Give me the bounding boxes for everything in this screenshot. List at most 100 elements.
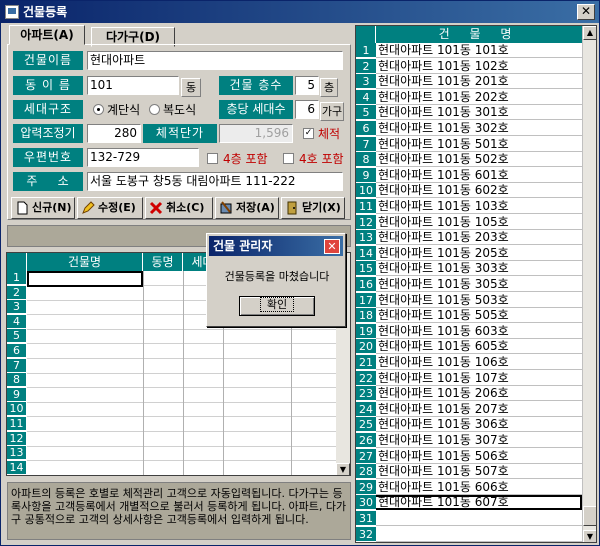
address-label: 주 소 (13, 172, 83, 191)
row-number[interactable]: 3 (7, 300, 26, 315)
volume-unit-price-field[interactable]: 1,596 (219, 124, 293, 143)
row-number[interactable]: 13 (7, 446, 26, 461)
unit-row[interactable]: 17 현대아파트 101동 503호 (356, 292, 582, 308)
row-number[interactable]: 1 (7, 271, 26, 285)
row-number: 18 (356, 308, 376, 324)
unit-row[interactable]: 4 현대아파트 101동 202호 (356, 89, 582, 105)
building-floors-field[interactable]: 5 (295, 76, 319, 95)
row-number[interactable]: 5 (7, 329, 26, 344)
unit-row[interactable]: 30 현대아파트 101동 607호 (356, 495, 582, 511)
unit-row[interactable]: 31 (356, 511, 582, 526)
floor4-checkbox[interactable] (207, 153, 218, 164)
save-button[interactable]: 저장(A) (215, 197, 279, 219)
unit-row[interactable]: 25 현대아파트 101동 306호 (356, 417, 582, 433)
unit-row[interactable]: 2 현대아파트 101동 102호 (356, 58, 582, 74)
unit-row[interactable]: 19 현대아파트 101동 603호 (356, 323, 582, 339)
new-button[interactable]: 신규(N) (11, 197, 75, 219)
unit-name: 현대아파트 101동 603호 (378, 323, 509, 338)
unit-row[interactable]: 14 현대아파트 101동 205호 (356, 245, 582, 261)
selected-cell[interactable] (27, 271, 143, 287)
dong-name-label: 동 이 름 (13, 76, 83, 95)
unit-row[interactable]: 21 현대아파트 101동 106호 (356, 355, 582, 370)
radio-corridor[interactable] (149, 104, 160, 115)
tab-apartment[interactable]: 아파트(A) (9, 25, 85, 45)
row-number: 32 (356, 526, 376, 542)
unit-row[interactable]: 18 현대아파트 101동 505호 (356, 308, 582, 324)
unit-row[interactable]: 11 현대아파트 101동 103호 (356, 199, 582, 214)
unit-name: 현대아파트 101동 601호 (378, 167, 509, 182)
unit-name: 현대아파트 101동 103호 (378, 199, 509, 213)
unit-row[interactable]: 16 현대아파트 101동 305호 (356, 277, 582, 292)
scroll-down-icon[interactable]: ▼ (336, 463, 350, 475)
unit-row[interactable]: 5 현대아파트 101동 301호 (356, 105, 582, 121)
address-field[interactable]: 서울 도봉구 창5동 대림아파트 111-222 (87, 172, 343, 191)
unit-row[interactable]: 24 현대아파트 101동 207호 (356, 401, 582, 417)
unit-row[interactable]: 22 현대아파트 101동 107호 (356, 370, 582, 386)
row-number[interactable]: 11 (7, 417, 26, 431)
unit-row[interactable]: 3 현대아파트 101동 201호 (356, 74, 582, 90)
grid-corner (7, 253, 27, 271)
unit-row[interactable]: 6 현대아파트 101동 302호 (356, 121, 582, 136)
row-number: 14 (356, 245, 376, 261)
households-per-floor-field[interactable]: 6 (295, 100, 319, 119)
building-name-field[interactable]: 현대아파트 (87, 51, 343, 70)
zipcode-field[interactable]: 132-729 (87, 148, 199, 167)
unit-row[interactable]: 7 현대아파트 101동 501호 (356, 136, 582, 152)
row-number[interactable]: 8 (7, 373, 26, 388)
unit-name: 현대아파트 101동 502호 (378, 152, 509, 167)
unit-name: 현대아파트 101동 306호 (378, 417, 509, 432)
unit-row[interactable]: 1 현대아파트 101동 101호 (356, 43, 582, 58)
unit-row[interactable]: 29 현대아파트 101동 606호 (356, 479, 582, 495)
row-number[interactable]: 14 (7, 460, 26, 475)
close-button[interactable]: 닫기(X) (281, 197, 345, 219)
row-number: 6 (356, 121, 376, 136)
close-button-label: 닫기(X) (302, 201, 341, 214)
row-number: 5 (356, 105, 376, 121)
row-number[interactable]: 7 (7, 358, 26, 373)
dialog-close-icon[interactable]: ✕ (324, 239, 340, 254)
row-number[interactable]: 2 (7, 285, 26, 300)
column-header-building-name[interactable]: 건 물 명 (376, 26, 582, 43)
volume-checkbox-label: 체적 (318, 127, 341, 141)
row-divider (27, 401, 350, 403)
row-number[interactable]: 6 (7, 344, 26, 358)
dong-name-field[interactable]: 101 (87, 76, 179, 95)
unit-row[interactable]: 32 (356, 526, 582, 542)
unit-row[interactable]: 20 현대아파트 101동 605호 (356, 339, 582, 355)
column-header-building-name[interactable]: 건물명 (27, 253, 143, 271)
radio-stairway[interactable] (93, 104, 104, 115)
unit-row[interactable]: 26 현대아파트 101동 307호 (356, 433, 582, 448)
households-per-floor-label: 층당 세대수 (219, 100, 293, 119)
unit-name: 현대아파트 101동 205호 (378, 245, 509, 260)
row-number[interactable]: 4 (7, 314, 26, 329)
unit-row[interactable]: 13 현대아파트 101동 203호 (356, 230, 582, 246)
unit-row[interactable]: 10 현대아파트 101동 602호 (356, 183, 582, 199)
dialog-message: 건물등록을 마쳤습니다 (224, 270, 330, 283)
column-header-dong[interactable]: 동명 (143, 253, 183, 271)
pressure-regulator-field[interactable]: 280 (87, 124, 141, 143)
building-registration-window: 건물등록 ✕ 아파트(A) 다가구(D) 건물이름 현대아파트 동 이 름 10… (0, 0, 600, 546)
ok-button[interactable]: 확인 (239, 296, 315, 316)
ok-button-label: 확인 (259, 297, 295, 312)
room4-checkbox[interactable] (283, 153, 294, 164)
close-window-button[interactable]: ✕ (577, 4, 595, 20)
cancel-button[interactable]: 취소(C) (145, 197, 213, 219)
edit-button[interactable]: 수정(E) (77, 197, 143, 219)
unit-row[interactable]: 27 현대아파트 101동 506호 (356, 448, 582, 464)
unit-grid-scrollbar[interactable]: ▲ ▼ (582, 26, 596, 542)
unit-row[interactable]: 23 현대아파트 101동 206호 (356, 386, 582, 402)
unit-row[interactable]: 8 현대아파트 101동 502호 (356, 152, 582, 168)
row-number[interactable]: 10 (7, 402, 26, 417)
unit-row[interactable]: 15 현대아파트 101동 303호 (356, 261, 582, 277)
row-number[interactable]: 9 (7, 387, 26, 402)
unit-row[interactable]: 12 현대아파트 101동 105호 (356, 214, 582, 230)
unit-list-grid[interactable]: 건 물 명 1 현대아파트 101동 101호 2 현대아파트 101동 102호 3 현… (355, 25, 597, 543)
unit-row[interactable]: 28 현대아파트 101동 507호 (356, 464, 582, 480)
row-number[interactable]: 12 (7, 431, 26, 446)
unit-row[interactable]: 9 현대아파트 101동 601호 (356, 167, 582, 183)
scroll-up-icon[interactable]: ▲ (583, 26, 596, 40)
scroll-down-icon[interactable]: ▼ (583, 530, 596, 542)
save-tools-icon (220, 201, 232, 214)
scroll-thumb[interactable] (583, 506, 596, 526)
volume-checkbox[interactable]: ✓ (303, 128, 314, 139)
